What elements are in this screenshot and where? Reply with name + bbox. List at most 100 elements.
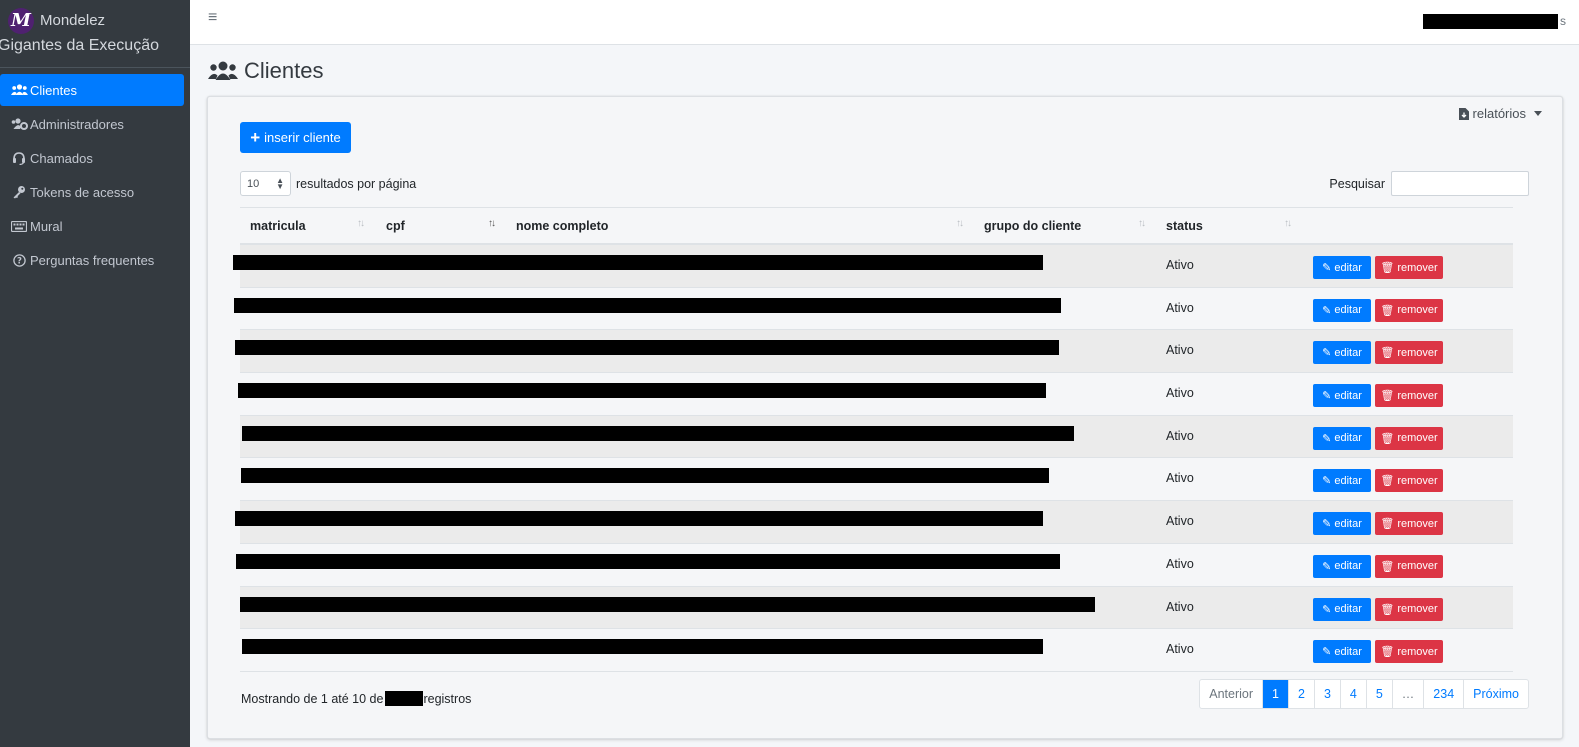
search-input[interactable] (1391, 171, 1529, 196)
page-title-text: Clientes (244, 58, 324, 83)
sort-icon[interactable]: ↑↓ (357, 218, 365, 229)
edit-button[interactable]: ✎ editar (1313, 384, 1371, 408)
table-row: Ativo ✎ editar 🗑 remover (236, 544, 1513, 587)
plus-icon: + (250, 128, 261, 147)
table-row: Ativo ✎ editar 🗑 remover (240, 586, 1513, 630)
edit-label: editar (1334, 517, 1362, 530)
clients-card: relatórios + inserir cliente 10 ▲ ▼ resul… (207, 96, 1563, 739)
remove-button[interactable]: 🗑 remover (1375, 384, 1443, 408)
sidebar-item-label: Clientes (30, 82, 77, 98)
question-circle-icon: ? (10, 253, 28, 267)
sort-icon[interactable]: ↑↓ (1284, 218, 1292, 229)
pagination-page-2[interactable]: 2 (1287, 680, 1314, 708)
edit-button[interactable]: ✎ editar (1313, 341, 1371, 365)
table-row: Ativo ✎ editar 🗑 remover (235, 330, 1513, 374)
sidebar-item-chamados[interactable]: Chamados (0, 142, 184, 174)
table-info-prefix: Mostrando de 1 até 10 de (241, 691, 384, 706)
trash-icon: 🗑 (1380, 646, 1395, 659)
edit-label: editar (1334, 645, 1362, 658)
user-menu-suffix[interactable]: s (1560, 14, 1566, 28)
redacted-user-name[interactable] (1423, 14, 1558, 29)
reports-dropdown[interactable]: relatórios (1458, 106, 1542, 121)
edit-button[interactable]: ✎ editar (1313, 512, 1371, 536)
edit-label: editar (1334, 560, 1362, 573)
edit-button[interactable]: ✎ editar (1313, 640, 1371, 664)
redacted-row-data (242, 425, 1074, 441)
clients-table: matricula ↑↓ cpf ↑↓ nome completo ↑↓ gru… (233, 207, 1513, 672)
edit-button[interactable]: ✎ editar (1313, 426, 1371, 450)
sidebar-item-administradores[interactable]: Administradores (0, 108, 184, 140)
sidebar-item-label: Tokens de acesso (30, 184, 135, 200)
status-cell: Ativo (1166, 599, 1194, 614)
remove-button[interactable]: 🗑 remover (1375, 512, 1443, 536)
sidebar-item-clientes[interactable]: Clientes (0, 74, 184, 106)
edit-label: editar (1334, 389, 1362, 402)
table-info-suffix: registros (423, 691, 472, 706)
remove-button[interactable]: 🗑 remover (1375, 426, 1443, 450)
redacted-row-data (242, 639, 1043, 655)
sidebar-item-mural[interactable]: Mural (0, 210, 184, 242)
brand-subtitle: Gigantes da Execução (0, 37, 159, 54)
table-row: Ativo ✎ editar 🗑 remover (240, 415, 1513, 459)
edit-button[interactable]: ✎ editar (1313, 469, 1371, 493)
column-header-status[interactable]: status (1166, 219, 1203, 233)
status-cell: Ativo (1166, 428, 1194, 443)
remove-button[interactable]: 🗑 remover (1375, 640, 1443, 664)
edit-icon: ✎ (1322, 304, 1332, 317)
pagination-page-1[interactable]: 1 (1262, 680, 1288, 708)
insert-client-button[interactable]: + inserir cliente (240, 122, 351, 153)
pagination-page-234[interactable]: 234 (1423, 680, 1463, 708)
edit-button[interactable]: ✎ editar (1313, 554, 1371, 578)
users-cog-icon (10, 117, 28, 131)
status-cell: Ativo (1166, 386, 1194, 401)
pagination-page-4[interactable]: 4 (1339, 680, 1366, 708)
menu-toggle-icon[interactable]: ≡ (208, 9, 217, 27)
status-cell: Ativo (1166, 556, 1194, 571)
pagination-page-3[interactable]: 3 (1313, 680, 1340, 708)
remove-button[interactable]: 🗑 remover (1375, 554, 1443, 578)
brand[interactable]: M Mondelez Gigantes da Execução (0, 0, 190, 68)
edit-label: editar (1334, 474, 1362, 487)
sidebar-item-tokens[interactable]: Tokens de acesso (0, 176, 184, 208)
redacted-total-count (385, 691, 424, 706)
table-row: Ativo ✎ editar 🗑 remover (234, 288, 1513, 331)
status-cell: Ativo (1166, 343, 1194, 358)
status-cell: Ativo (1166, 300, 1194, 315)
edit-button[interactable]: ✎ editar (1313, 298, 1371, 322)
table-row: Ativo ✎ editar 🗑 remover (235, 501, 1513, 544)
column-header-matricula[interactable]: matricula (250, 219, 306, 233)
sidebar-item-label: Perguntas frequentes (30, 252, 155, 268)
remove-button[interactable]: 🗑 remover (1375, 469, 1443, 493)
edit-icon: ✎ (1322, 432, 1332, 445)
page-length-label: resultados por página (296, 176, 417, 191)
edit-label: editar (1334, 603, 1362, 615)
users-icon (10, 83, 28, 97)
remove-button[interactable]: 🗑 remover (1375, 256, 1443, 279)
remove-button[interactable]: 🗑 remover (1375, 341, 1443, 365)
edit-label: editar (1334, 304, 1362, 317)
column-header-cpf[interactable]: cpf (386, 219, 405, 233)
brand-name: Mondelez (40, 12, 106, 29)
column-header-grupo[interactable]: grupo do cliente (984, 219, 1081, 233)
pagination-previous[interactable]: Anterior (1200, 680, 1262, 708)
sort-icon[interactable]: ↑↓ (956, 218, 964, 229)
sidebar-nav: Clientes Administradores Chamados Tokens… (0, 74, 190, 278)
remove-button[interactable]: 🗑 remover (1375, 597, 1443, 621)
redacted-row-data (241, 468, 1049, 484)
pagination-next[interactable]: Próximo (1463, 680, 1528, 708)
column-header-nome-completo[interactable]: nome completo (516, 219, 608, 233)
edit-button[interactable]: ✎ editar (1313, 256, 1371, 279)
edit-button[interactable]: ✎ editar (1313, 597, 1371, 621)
table-row: Ativo ✎ editar 🗑 remover (240, 629, 1513, 672)
sort-icon[interactable]: ↑↓ (1138, 218, 1146, 229)
sidebar-item-perguntas[interactable]: ? Perguntas frequentes (0, 244, 184, 276)
remove-button[interactable]: 🗑 remover (1375, 298, 1443, 322)
pagination-page-5[interactable]: 5 (1365, 680, 1392, 708)
edit-icon: ✎ (1322, 262, 1332, 274)
page-length-select[interactable]: 10 ▲ ▼ (240, 171, 291, 196)
sort-desc-icon[interactable]: ↑↓ (488, 218, 496, 229)
edit-icon: ✎ (1322, 518, 1332, 531)
remove-label: remover (1397, 603, 1438, 615)
trash-icon: 🗑 (1380, 432, 1395, 445)
reports-label: relatórios (1472, 106, 1526, 121)
